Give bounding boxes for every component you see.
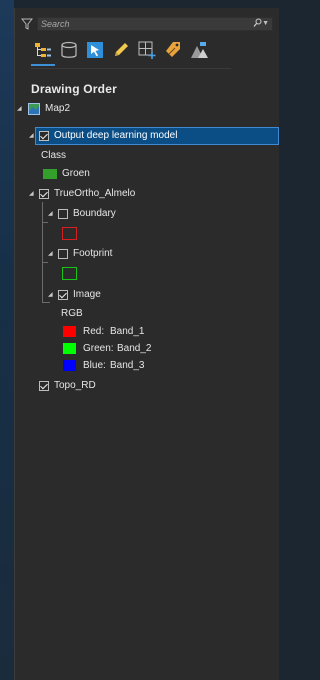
- green-band-swatch[interactable]: [63, 343, 76, 354]
- blue-band-swatch[interactable]: [63, 360, 76, 371]
- search-box[interactable]: ▼: [37, 17, 273, 31]
- tree-item-topo[interactable]: Topo_RD: [29, 378, 229, 394]
- tree-connector: [42, 262, 48, 263]
- layer-visibility-checkbox[interactable]: [39, 189, 49, 199]
- list-by-snapping-button[interactable]: [137, 40, 157, 60]
- perspective-imagery-icon: [191, 42, 208, 58]
- band-value: Band_1: [110, 326, 145, 337]
- tree-item-footprint[interactable]: ◢ Footprint: [48, 246, 228, 262]
- label-tag-icon: [166, 42, 180, 57]
- collapse-triangle-icon[interactable]: ◢: [29, 128, 37, 139]
- collapse-triangle-icon[interactable]: ◢: [48, 246, 56, 257]
- contents-view-toolbar: [31, 38, 231, 66]
- band-value: Band_3: [110, 360, 145, 371]
- boundary-label: Boundary: [73, 208, 116, 219]
- tree-connector: [42, 222, 48, 223]
- band-label: Green:: [83, 343, 114, 354]
- tree-connector: [42, 202, 43, 302]
- ortho-label: TrueOrtho_Almelo: [54, 188, 136, 199]
- selection-icon: [87, 42, 103, 58]
- class-item-label: Groen: [62, 168, 90, 179]
- boundary-swatch[interactable]: [62, 227, 77, 240]
- toolbar-divider: [31, 68, 231, 69]
- tree-item-map[interactable]: ◢ Map2: [17, 101, 257, 117]
- class-header-label: Class: [41, 150, 67, 161]
- active-view-indicator: [31, 64, 55, 66]
- pencil-icon: [115, 43, 128, 56]
- layer-visibility-checkbox[interactable]: [39, 131, 49, 141]
- map-label: Map2: [45, 103, 71, 114]
- tree-item-image[interactable]: ◢ Image: [48, 287, 228, 303]
- footprint-swatch[interactable]: [62, 267, 77, 280]
- rgb-header-label: RGB: [61, 308, 83, 319]
- contents-toolbar-area: ▼: [15, 8, 279, 72]
- topo-label: Topo_RD: [54, 380, 96, 391]
- red-band-swatch[interactable]: [63, 326, 76, 337]
- tree-item-boundary[interactable]: ◢ Boundary: [48, 206, 228, 222]
- layer-visibility-checkbox[interactable]: [39, 381, 49, 391]
- band-label: Blue:: [83, 360, 106, 371]
- output-layer-label: Output deep learning model: [54, 130, 178, 141]
- collapse-triangle-icon[interactable]: ◢: [17, 101, 25, 112]
- window-left-edge: [0, 0, 14, 680]
- band-label: Red:: [83, 326, 105, 337]
- map-icon: [28, 103, 40, 115]
- snapping-icon: [138, 41, 156, 59]
- list-by-data-source-button[interactable]: [59, 40, 79, 60]
- filter-icon[interactable]: [20, 18, 34, 30]
- contents-pane: ▼: [14, 8, 279, 680]
- list-by-perspective-imagery-button[interactable]: [189, 40, 209, 60]
- class-swatch[interactable]: [43, 169, 57, 179]
- list-by-selection-button[interactable]: [85, 40, 105, 60]
- list-by-drawing-order-button[interactable]: [33, 40, 53, 60]
- search-input[interactable]: [41, 18, 241, 30]
- tree-item-output-layer[interactable]: ◢ Output deep learning model: [29, 128, 269, 144]
- layer-visibility-checkbox[interactable]: [58, 209, 68, 219]
- list-by-labeling-button[interactable]: [163, 40, 183, 60]
- collapse-triangle-icon[interactable]: ◢: [48, 287, 56, 298]
- layer-visibility-checkbox[interactable]: [58, 249, 68, 259]
- layer-visibility-checkbox[interactable]: [58, 290, 68, 300]
- image-label: Image: [73, 289, 101, 300]
- tree-item-ortho[interactable]: ◢ TrueOrtho_Almelo: [29, 186, 229, 202]
- collapse-triangle-icon[interactable]: ◢: [48, 206, 56, 217]
- search-icon[interactable]: [253, 18, 262, 32]
- list-by-editing-button[interactable]: [111, 40, 131, 60]
- drawing-order-icon: [35, 43, 51, 57]
- collapse-triangle-icon[interactable]: ◢: [29, 186, 37, 197]
- chevron-down-icon[interactable]: ▼: [262, 18, 269, 30]
- database-icon: [61, 41, 77, 58]
- footprint-label: Footprint: [73, 248, 113, 259]
- band-value: Band_2: [117, 343, 152, 354]
- drawing-order-heading: Drawing Order: [31, 82, 117, 96]
